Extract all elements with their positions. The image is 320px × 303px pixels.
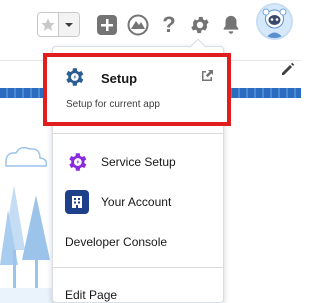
menu-divider <box>53 267 223 268</box>
trailhead-button[interactable] <box>126 13 150 37</box>
menu-item-label: Service Setup <box>101 155 176 169</box>
menu-item-service-setup[interactable]: Service Setup <box>53 145 223 179</box>
star-icon <box>41 17 55 31</box>
global-header: ? <box>0 0 301 52</box>
help-button[interactable]: ? <box>157 13 181 37</box>
favorites-star-button[interactable] <box>38 13 60 36</box>
astro-avatar-icon <box>258 5 291 38</box>
service-setup-gear-icon <box>65 150 89 174</box>
building-icon <box>65 190 89 214</box>
menu-item-label: Your Account <box>101 195 172 209</box>
menu-item-developer-console[interactable]: Developer Console <box>53 225 223 259</box>
favorites-button-group <box>37 12 80 37</box>
global-actions-button[interactable] <box>95 13 119 37</box>
chevron-down-icon <box>65 22 74 27</box>
notifications-button[interactable] <box>219 13 243 37</box>
setup-gear-button[interactable] <box>188 13 212 37</box>
setup-item-label: Setup <box>101 71 138 86</box>
question-icon: ? <box>162 12 176 37</box>
menu-divider <box>53 133 223 134</box>
setup-gear-icon <box>66 68 84 86</box>
menu-item-your-account[interactable]: Your Account <box>53 185 223 219</box>
menu-item-edit-page[interactable]: Edit Page <box>53 278 223 303</box>
trailhead-icon <box>127 14 149 36</box>
plus-icon <box>97 15 117 35</box>
bell-icon <box>223 15 239 34</box>
external-link-icon[interactable] <box>199 68 215 84</box>
menu-item-label: Developer Console <box>65 235 168 249</box>
gear-icon <box>191 16 209 34</box>
pencil-icon[interactable] <box>280 61 296 77</box>
user-avatar[interactable] <box>256 3 293 40</box>
setup-item-subtitle: Setup for current app <box>66 99 160 110</box>
favorites-list-button[interactable] <box>59 13 79 36</box>
trees-illustration <box>0 146 60 303</box>
menu-item-label: Edit Page <box>65 288 118 302</box>
setup-menu-item[interactable] <box>43 53 231 126</box>
